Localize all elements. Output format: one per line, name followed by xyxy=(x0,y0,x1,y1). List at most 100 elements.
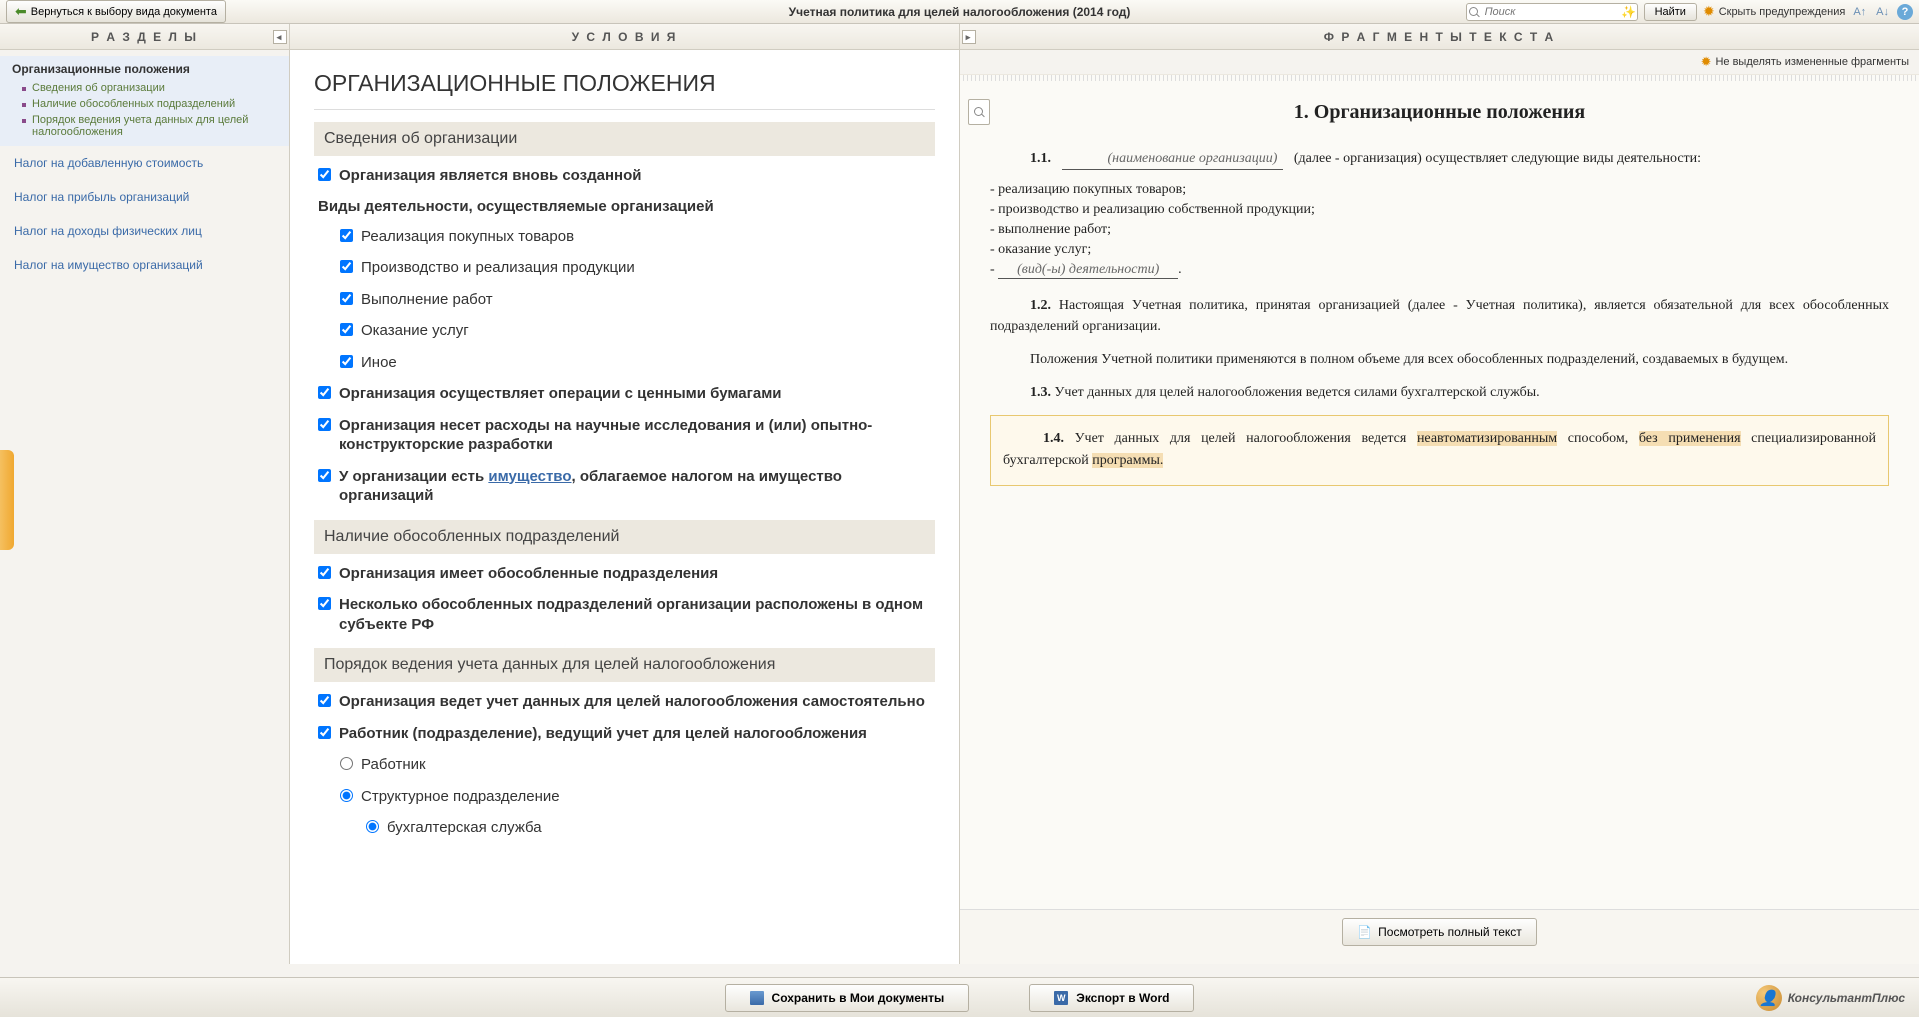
checkbox[interactable] xyxy=(340,260,353,273)
condition-row: Организация несет расходы на научные исс… xyxy=(314,406,935,457)
doc-paragraph: 1.1. (наименование организации) (далее -… xyxy=(990,148,1889,170)
doc-paragraph: Положения Учетной политики применяются в… xyxy=(990,349,1889,370)
top-toolbar: ⬅ Вернуться к выбору вида документа Учет… xyxy=(0,0,1919,24)
font-increase-icon[interactable]: A↑ xyxy=(1851,6,1868,18)
condition-label: Работник (подразделение), ведущий учет д… xyxy=(339,724,867,744)
subitem-link[interactable]: Сведения об организации xyxy=(32,82,165,94)
list-item: - выполнение работ; xyxy=(990,222,1889,238)
checkbox[interactable] xyxy=(318,469,331,482)
fragments-footer: 📄 Посмотреть полный текст xyxy=(960,909,1919,964)
save-label: Сохранить в Мои документы xyxy=(772,991,945,1005)
doc-paragraph: 1.2. Настоящая Учетная политика, принята… xyxy=(990,295,1889,337)
condition-row: Структурное подразделение xyxy=(314,777,935,809)
export-word-button[interactable]: W Экспорт в Word xyxy=(1029,984,1194,1012)
document-preview[interactable]: 1. Организационные положения 1.1. (наиме… xyxy=(960,81,1919,909)
checkbox[interactable] xyxy=(340,292,353,305)
condition-row: Работник xyxy=(314,745,935,777)
sections-header: Р А З Д Е Л Ы ◂ xyxy=(0,24,289,50)
condition-label: Структурное подразделение xyxy=(361,787,560,807)
condition-row: Работник (подразделение), ведущий учет д… xyxy=(314,714,935,746)
document-title: Учетная политика для целей налогообложен… xyxy=(789,5,1131,19)
font-decrease-icon[interactable]: A↓ xyxy=(1874,6,1891,18)
condition-row: Организация ведет учет данных для целей … xyxy=(314,682,935,714)
sections-sidebar: Р А З Д Е Л Ы ◂ Организационные положени… xyxy=(0,24,290,964)
bullet-icon xyxy=(22,103,26,107)
bullet-icon xyxy=(22,87,26,91)
wand-icon[interactable]: ✨ xyxy=(1621,5,1637,19)
subsection-heading: Наличие обособленных подразделений xyxy=(314,520,935,554)
hide-warnings-label: Скрыть предупреждения xyxy=(1719,6,1846,18)
conditions-panel: У С Л О В И Я ОРГАНИЗАЦИОННЫЕ ПОЛОЖЕНИЯ … xyxy=(290,24,960,964)
search-input[interactable] xyxy=(1481,6,1621,18)
view-full-text-button[interactable]: 📄 Посмотреть полный текст xyxy=(1342,918,1537,946)
doc-heading: 1. Организационные положения xyxy=(990,101,1889,124)
conditions-header: У С Л О В И Я xyxy=(290,24,959,50)
zoom-icon[interactable] xyxy=(968,99,990,125)
logo-badge-icon: 👤 xyxy=(1756,985,1782,1011)
toolbar-right: ✨ Найти ✹ Скрыть предупреждения A↑ A↓ ? xyxy=(1466,3,1913,21)
condition-label: Работник xyxy=(361,755,426,775)
view-full-label: Посмотреть полный текст xyxy=(1378,925,1522,939)
active-section-title[interactable]: Организационные положения xyxy=(12,62,277,76)
find-button[interactable]: Найти xyxy=(1644,3,1697,21)
conditions-heading: ОРГАНИЗАЦИОННЫЕ ПОЛОЖЕНИЯ xyxy=(314,50,935,110)
sidebar-content: Организационные положения Сведения об ор… xyxy=(0,50,289,288)
fragments-panel: Ф Р А Г М Е Н Т Ы Т Е К С Т А ▸ ✹ Не выд… xyxy=(960,24,1919,964)
condition-label: Организация несет расходы на научные исс… xyxy=(339,416,931,455)
condition-row: бухгалтерская служба xyxy=(314,808,935,840)
condition-row: Организация осуществляет операции с ценн… xyxy=(314,374,935,406)
fragments-header: Ф Р А Г М Е Н Т Ы Т Е К С Т А ▸ xyxy=(960,24,1919,50)
back-button[interactable]: ⬅ Вернуться к выбору вида документа xyxy=(6,0,226,23)
condition-row: Несколько обособленных подразделений орг… xyxy=(314,585,935,636)
highlight-icon: ✹ xyxy=(1701,54,1712,70)
export-label: Экспорт в Word xyxy=(1076,991,1169,1005)
condition-row: Организация является вновь созданной xyxy=(314,156,935,188)
blank-field: (наименование организации) xyxy=(1062,148,1284,170)
list-item: - (вид(-ы) деятельности). xyxy=(990,262,1889,279)
condition-row: У организации есть имущество, облагаемое… xyxy=(314,457,935,508)
blank-field: (вид(-ы) деятельности) xyxy=(998,262,1178,279)
checkbox[interactable] xyxy=(318,566,331,579)
section-link[interactable]: Налог на имущество организаций xyxy=(0,248,289,282)
expand-fragments-icon[interactable]: ▸ xyxy=(962,30,976,44)
sidebar-subitem: Наличие обособленных подразделений xyxy=(12,96,277,112)
search-box: ✨ xyxy=(1466,3,1638,21)
radio[interactable] xyxy=(366,820,379,833)
conditions-scroll[interactable]: ОРГАНИЗАЦИОННЫЕ ПОЛОЖЕНИЯ Сведения об ор… xyxy=(290,50,959,964)
subsection-heading: Порядок ведения учета данных для целей н… xyxy=(314,648,935,682)
sidebar-subitem: Порядок ведения учета данных для целей н… xyxy=(12,112,277,140)
highlighted-fragment: 1.4. Учет данных для целей налогообложен… xyxy=(990,415,1889,486)
main-area: Р А З Д Е Л Ы ◂ Организационные положени… xyxy=(0,24,1919,964)
subitem-link[interactable]: Наличие обособленных подразделений xyxy=(32,98,235,110)
checkbox[interactable] xyxy=(318,694,331,707)
radio[interactable] xyxy=(340,789,353,802)
highlight-toggle[interactable]: ✹ Не выделять измененные фрагменты xyxy=(1701,54,1909,70)
collapse-sidebar-icon[interactable]: ◂ xyxy=(273,30,287,44)
checkbox[interactable] xyxy=(318,418,331,431)
group-label: Виды деятельности, осуществляемые органи… xyxy=(314,188,935,217)
checkbox[interactable] xyxy=(340,323,353,336)
checkbox[interactable] xyxy=(318,386,331,399)
condition-label: Организация является вновь созданной xyxy=(339,166,641,186)
section-link[interactable]: Налог на добавленную стоимость xyxy=(0,146,289,180)
section-link[interactable]: Налог на доходы физических лиц xyxy=(0,214,289,248)
radio[interactable] xyxy=(340,757,353,770)
hide-warnings-button[interactable]: ✹ Скрыть предупреждения xyxy=(1703,3,1845,20)
section-link[interactable]: Налог на прибыль организаций xyxy=(0,180,289,214)
property-link[interactable]: имущество xyxy=(488,468,571,485)
condition-label: Организация ведет учет данных для целей … xyxy=(339,692,925,712)
condition-label: Производство и реализация продукции xyxy=(361,258,635,278)
subitem-link[interactable]: Порядок ведения учета данных для целей н… xyxy=(32,114,277,138)
help-icon[interactable]: ? xyxy=(1897,4,1913,20)
checkbox[interactable] xyxy=(340,229,353,242)
checkbox[interactable] xyxy=(318,597,331,610)
side-tab-handle[interactable] xyxy=(0,450,14,550)
checkbox[interactable] xyxy=(340,355,353,368)
condition-label: Оказание услуг xyxy=(361,321,469,341)
condition-label: бухгалтерская служба xyxy=(387,818,542,838)
save-icon xyxy=(750,991,764,1005)
checkbox[interactable] xyxy=(318,168,331,181)
checkbox[interactable] xyxy=(318,726,331,739)
save-button[interactable]: Сохранить в Мои документы xyxy=(725,984,970,1012)
condition-label: Организация имеет обособленные подраздел… xyxy=(339,564,718,584)
